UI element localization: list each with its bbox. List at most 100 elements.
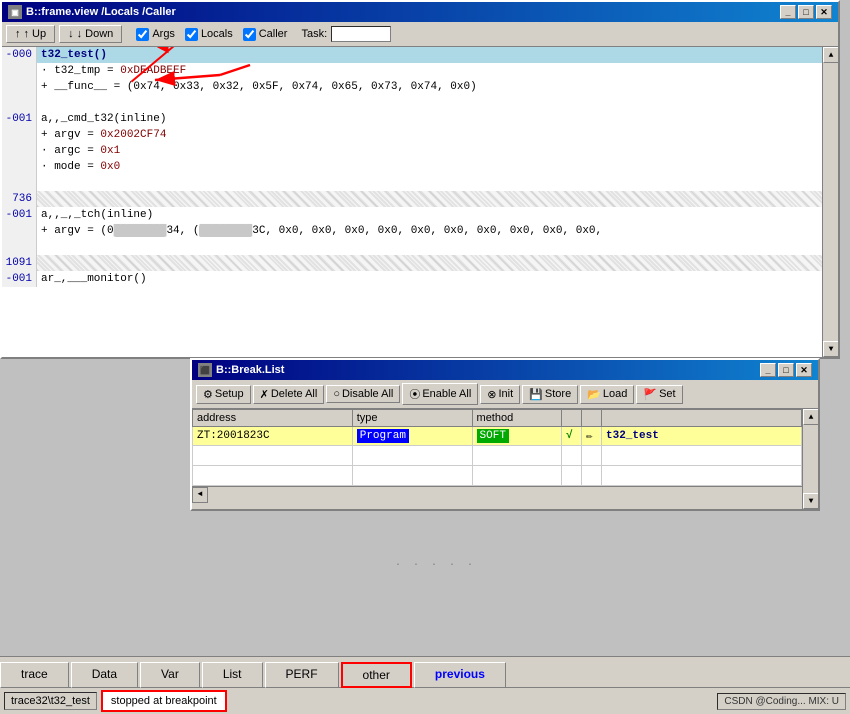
set-button[interactable]: 🚩 Set xyxy=(636,385,682,404)
code-line-hatch2: 1091 xyxy=(2,255,822,271)
load-icon: 📂 xyxy=(587,388,601,401)
hscroll-left[interactable]: ◄ xyxy=(192,487,208,503)
scroll-up-btn[interactable]: ▲ xyxy=(823,47,838,63)
empty-cell-4 xyxy=(562,446,582,466)
caller-checkbox[interactable] xyxy=(243,28,256,41)
maximize-button[interactable]: □ xyxy=(798,5,814,19)
tab-data[interactable]: Data xyxy=(71,662,138,688)
line-num-9: -001 xyxy=(2,271,37,287)
main-toolbar: ↑ ↑ Up ↓ ↓ Down Args Locals Caller Task: xyxy=(2,22,838,47)
init-button[interactable]: ⊗ Init xyxy=(480,385,520,404)
main-title-bar: ▣ B::frame.view /Locals /Caller _ □ ✕ xyxy=(2,2,838,22)
line-num-1091: 1091 xyxy=(2,255,37,271)
tab-perf[interactable]: PERF xyxy=(265,662,339,688)
disable-icon: ○ xyxy=(333,388,340,400)
break-list-window: ⬛ B::Break.List _ □ ✕ ⚙ Setup ✗ Delete A… xyxy=(190,358,820,511)
break-maximize-btn[interactable]: □ xyxy=(778,363,794,377)
break-toolbar: ⚙ Setup ✗ Delete All ○ Disable All ⦿ Ena… xyxy=(192,380,818,409)
hatch-fill-1 xyxy=(37,191,822,207)
tab-bar: trace Data Var List PERF other previous xyxy=(0,656,850,687)
delete-all-button[interactable]: ✗ Delete All xyxy=(253,385,325,404)
break-scroll-down[interactable]: ▼ xyxy=(803,493,818,509)
code-line-8: + argv = (0████████34, (████████3C, 0x0,… xyxy=(2,223,822,239)
init-icon: ⊗ xyxy=(487,388,496,401)
break-scroll-up[interactable]: ▲ xyxy=(803,409,818,425)
tab-other-label: other xyxy=(363,668,390,682)
set-label: Set xyxy=(659,388,676,400)
store-button[interactable]: 💾 Store xyxy=(522,385,578,404)
task-input[interactable] xyxy=(331,26,391,42)
empty-cell-10 xyxy=(562,466,582,486)
title-bar-left: ▣ B::frame.view /Locals /Caller xyxy=(8,5,176,19)
minimize-button[interactable]: _ xyxy=(780,5,796,19)
up-button[interactable]: ↑ ↑ Up xyxy=(6,25,55,43)
code-line-6: · mode = 0x0 xyxy=(2,159,822,175)
down-label: ↓ Down xyxy=(77,28,114,40)
tab-list[interactable]: List xyxy=(202,662,263,688)
break-close-btn[interactable]: ✕ xyxy=(796,363,812,377)
line-content-1: · t32_tmp = 0xDEADBEEF xyxy=(37,63,186,79)
line-num-spacer1 xyxy=(2,95,37,111)
empty-cell-3 xyxy=(472,446,561,466)
col-edit xyxy=(582,410,602,427)
break-title-bar: ⬛ B::Break.List _ □ ✕ xyxy=(192,360,818,380)
locals-checkbox-item[interactable]: Locals xyxy=(185,28,233,41)
code-line-5: · argc = 0x1 xyxy=(2,143,822,159)
tab-var[interactable]: Var xyxy=(140,662,200,688)
close-button[interactable]: ✕ xyxy=(816,5,832,19)
break-table-wrapper: address type method ZT:2001823C Program xyxy=(192,409,802,486)
disable-all-button[interactable]: ○ Disable All xyxy=(326,385,400,403)
caller-checkbox-item[interactable]: Caller xyxy=(243,28,288,41)
empty-cell-5 xyxy=(582,446,602,466)
locals-label: Locals xyxy=(201,28,233,40)
enable-all-button[interactable]: ⦿ Enable All xyxy=(402,383,478,405)
line-num-2 xyxy=(2,79,37,95)
hatch-fill-2 xyxy=(37,255,822,271)
main-scrollbar-v[interactable]: ▲ ▼ xyxy=(822,47,838,357)
status-breakpoint-message: stopped at breakpoint xyxy=(101,690,227,712)
break-minimize-btn[interactable]: _ xyxy=(760,363,776,377)
col-check xyxy=(562,410,582,427)
down-button[interactable]: ↓ ↓ Down xyxy=(59,25,122,43)
load-label: Load xyxy=(603,388,627,400)
table-row: ZT:2001823C Program SOFT √ ✏ t32_test xyxy=(193,427,802,446)
set-icon: 🚩 xyxy=(643,388,657,401)
line-content-6: · mode = 0x0 xyxy=(37,159,120,175)
empty-cell-2 xyxy=(352,446,472,466)
line-content-4: + argv = 0x2002CF74 xyxy=(37,127,166,143)
init-label: Init xyxy=(499,388,514,400)
break-hscroll[interactable]: ◄ ► xyxy=(192,486,818,502)
store-label: Store xyxy=(545,388,571,400)
tab-var-label: Var xyxy=(161,667,179,681)
args-checkbox-item[interactable]: Args xyxy=(136,28,175,41)
code-line-9: -001 ar_,___monitor() xyxy=(2,271,822,287)
empty-cell-8 xyxy=(352,466,472,486)
table-row-empty-1 xyxy=(193,446,802,466)
setup-button[interactable]: ⚙ Setup xyxy=(196,385,251,404)
line-content-0: t32_test() xyxy=(37,47,107,63)
line-content-3: a,,_cmd_t32(inline) xyxy=(37,111,166,127)
edit-icon[interactable]: ✏ xyxy=(586,431,593,443)
breakpoint-method: SOFT xyxy=(472,427,561,446)
break-app-icon: ⬛ xyxy=(198,363,212,377)
code-line-current: -000 t32_test() ◄ xyxy=(2,47,822,63)
tab-trace[interactable]: trace xyxy=(0,662,69,688)
line-num-7: -001 xyxy=(2,207,37,223)
scroll-down-btn[interactable]: ▼ xyxy=(823,341,838,357)
break-scrollbar-v[interactable]: ▲ ▼ xyxy=(802,409,818,509)
status-csdn: CSDN @Coding... MIX: U xyxy=(717,693,846,710)
locals-checkbox[interactable] xyxy=(185,28,198,41)
args-checkbox[interactable] xyxy=(136,28,149,41)
break-scroll-track[interactable] xyxy=(803,425,818,493)
tab-previous[interactable]: previous xyxy=(414,662,506,688)
code-lines-container: -000 t32_test() ◄ · t32_tmp = 0xDEADBEEF… xyxy=(2,47,822,357)
tab-other[interactable]: other xyxy=(341,662,412,688)
empty-cell-12 xyxy=(602,466,802,486)
load-button[interactable]: 📂 Load xyxy=(580,385,634,404)
soft-badge: SOFT xyxy=(477,429,509,443)
down-arrow-icon: ↓ xyxy=(68,28,74,40)
type-program-badge: Program xyxy=(357,429,409,443)
scroll-track[interactable] xyxy=(823,63,838,341)
breakpoint-edit[interactable]: ✏ xyxy=(582,427,602,446)
title-bar-buttons: _ □ ✕ xyxy=(780,5,832,19)
